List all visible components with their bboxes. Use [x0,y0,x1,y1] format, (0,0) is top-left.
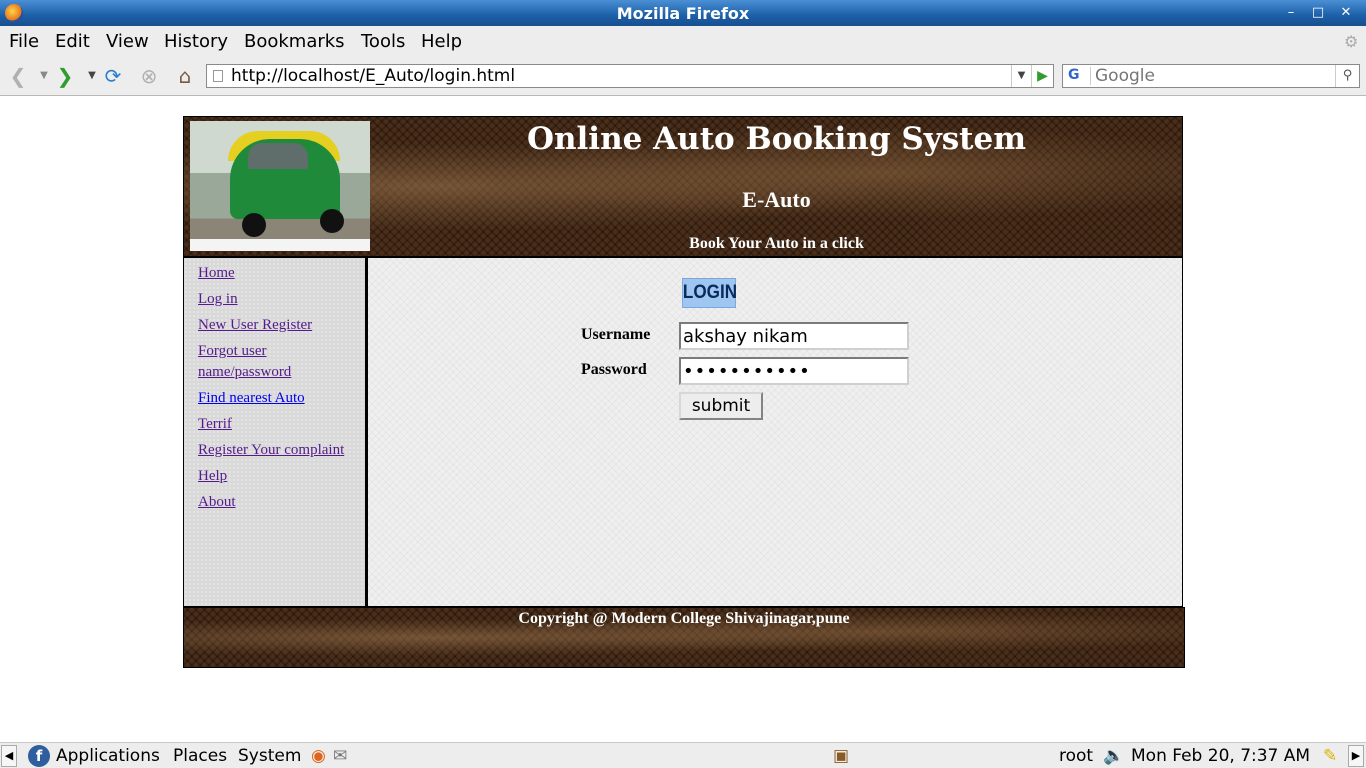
url-history-dropdown[interactable]: ▼ [1011,65,1031,87]
forward-button[interactable]: ❯ [53,64,77,88]
username-input[interactable] [679,322,909,350]
notes-icon[interactable]: ✎ [1323,746,1337,766]
window-title: Mozilla Firefox [616,4,750,23]
menu-edit[interactable]: Edit [55,31,90,52]
nav-link-register-complaint[interactable]: Register Your complaint [198,442,344,458]
maximize-button[interactable]: □ [1308,3,1328,23]
login-heading-badge: LOGIN [682,278,737,308]
nav-link-new-user-register[interactable]: New User Register [198,317,312,333]
website: Online Auto Booking System E-Auto Book Y… [183,116,1185,668]
site-subtitle: E-Auto [742,187,811,212]
stop-icon[interactable]: ⊗ [137,64,161,88]
password-input[interactable] [679,357,909,385]
menu-bookmarks[interactable]: Bookmarks [244,31,345,52]
login-panel: LOGIN Username Password submit [366,257,1183,607]
volume-icon[interactable]: 🔈 [1103,746,1124,766]
username-label: Username [581,326,651,343]
nav-link-about[interactable]: About [198,494,236,510]
window-titlebar: Mozilla Firefox – □ ✕ [0,0,1366,26]
site-title: Online Auto Booking System [526,121,1027,157]
submit-button[interactable]: submit [679,392,763,420]
nav-link-find-nearest-auto[interactable]: Find nearest Auto [198,390,305,406]
nav-link-login[interactable]: Log in [198,291,238,307]
panel-scroll-right-button[interactable]: ▶ [1348,745,1364,767]
menu-history[interactable]: History [164,31,228,52]
menu-tools[interactable]: Tools [361,31,405,52]
auto-rickshaw-photo [190,121,370,251]
site-footer: Copyright @ Modern College Shivajinagar,… [183,607,1185,668]
menu-bar: File Edit View History Bookmarks Tools H… [0,26,1366,56]
minimize-button[interactable]: – [1281,3,1301,23]
site-header: Online Auto Booking System E-Auto Book Y… [183,116,1183,257]
menu-file[interactable]: File [9,31,39,52]
home-icon[interactable]: ⌂ [173,64,197,88]
page-icon [213,70,223,82]
activity-throbber-icon: ⚙ [1344,32,1359,51]
site-tagline: Book Your Auto in a click [689,235,864,252]
menu-help[interactable]: Help [421,31,462,52]
reload-icon[interactable]: ⟳ [101,64,125,88]
nav-link-home[interactable]: Home [198,265,235,281]
url-bar[interactable]: ▼ ▶ [206,64,1054,88]
search-input[interactable] [1095,66,1331,86]
password-label: Password [581,361,647,378]
close-button[interactable]: ✕ [1336,3,1356,23]
navigation-toolbar: ❮ ▼ ❯ ▼ ⟳ ⊗ ⌂ ▼ ▶ G ⚲ [0,56,1366,96]
system-menu[interactable]: System [238,746,301,766]
clock[interactable]: Mon Feb 20, 7:37 AM [1131,746,1310,766]
go-arrow-icon[interactable]: ▶ [1031,65,1053,87]
sidebar-nav: Home Log in New User Register Forgot use… [183,257,366,607]
search-engine-icon[interactable]: G [1065,67,1091,85]
desktop-panel: ◀ f Applications Places System ◉ ✉ ▣ roo… [0,742,1366,768]
menu-view[interactable]: View [106,31,149,52]
search-bar[interactable]: G ⚲ [1062,64,1360,88]
panel-scroll-left-button[interactable]: ◀ [1,745,17,767]
places-menu[interactable]: Places [173,746,227,766]
mail-launcher-icon[interactable]: ✉ [333,746,347,766]
back-button[interactable]: ❮ [6,64,30,88]
copyright-text: Copyright @ Modern College Shivajinagar,… [518,610,850,627]
user-name: root [1059,746,1094,766]
fedora-logo-icon: f [28,745,50,767]
nav-link-forgot-password[interactable]: Forgot user name/password [198,343,291,380]
firefox-launcher-icon[interactable]: ◉ [311,746,326,766]
search-magnifier-icon[interactable]: ⚲ [1335,65,1359,87]
update-notifier-icon[interactable]: ▣ [833,746,849,766]
applications-menu[interactable]: Applications [56,746,160,766]
url-input[interactable] [231,66,1011,86]
nav-link-terrif[interactable]: Terrif [198,416,232,432]
nav-link-help[interactable]: Help [198,468,227,484]
